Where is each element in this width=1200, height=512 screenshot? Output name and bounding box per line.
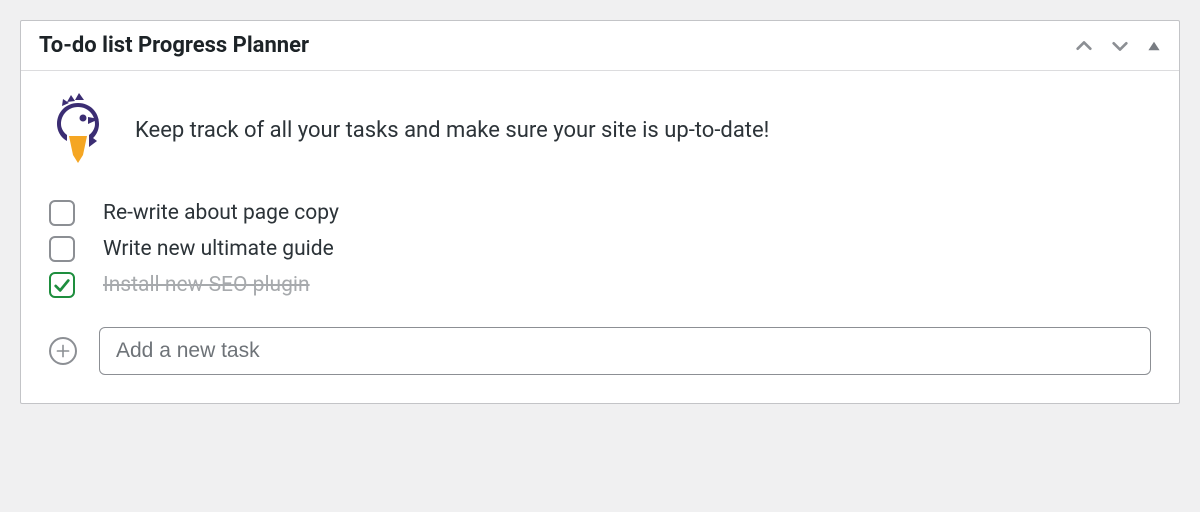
- move-down-icon[interactable]: [1111, 37, 1129, 55]
- add-task-input[interactable]: [99, 327, 1151, 375]
- widget-title: To-do list Progress Planner: [39, 33, 309, 58]
- add-task-button[interactable]: [49, 337, 77, 365]
- todo-item: Write new ultimate guide: [49, 231, 1151, 267]
- add-task-row: [49, 327, 1151, 375]
- todo-checkbox[interactable]: [49, 272, 75, 298]
- widget-body: Keep track of all your tasks and make su…: [21, 71, 1179, 403]
- todo-checkbox[interactable]: [49, 200, 75, 226]
- todo-label: Write new ultimate guide: [103, 237, 334, 261]
- progress-planner-logo-icon: [49, 93, 107, 167]
- todo-label: Re-write about page copy: [103, 201, 339, 225]
- intro-text: Keep track of all your tasks and make su…: [135, 118, 769, 143]
- widget-controls: [1075, 37, 1161, 55]
- todo-list: Re-write about page copy Write new ultim…: [49, 195, 1151, 303]
- widget-header: To-do list Progress Planner: [21, 21, 1179, 71]
- todo-item: Re-write about page copy: [49, 195, 1151, 231]
- todo-label: Install new SEO plugin: [103, 273, 310, 297]
- todo-checkbox[interactable]: [49, 236, 75, 262]
- todo-item: Install new SEO plugin: [49, 267, 1151, 303]
- move-up-icon[interactable]: [1075, 37, 1093, 55]
- todo-widget: To-do list Progress Planner: [20, 20, 1180, 404]
- collapse-toggle-icon[interactable]: [1147, 39, 1161, 53]
- intro-row: Keep track of all your tasks and make su…: [49, 93, 1151, 167]
